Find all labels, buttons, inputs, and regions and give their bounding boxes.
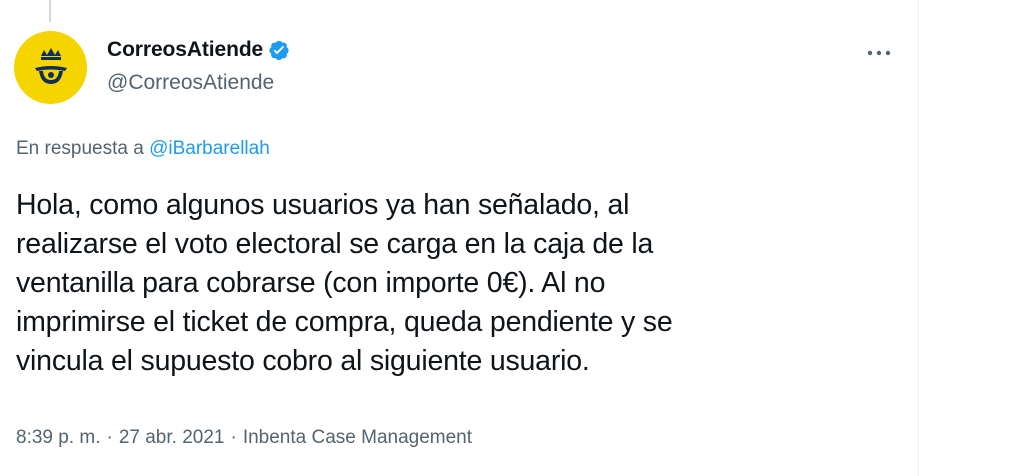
- tweet-time-link[interactable]: 8:39 p. m.: [16, 427, 101, 449]
- reply-to-line: En respuesta a @iBarbarellah: [16, 138, 270, 160]
- reply-to-prefix: En respuesta a: [16, 138, 144, 159]
- author-handle[interactable]: @CorreosAtiende: [107, 71, 274, 95]
- tweet-text: Hola, como algunos usuarios ya han señal…: [16, 186, 876, 381]
- correos-posthorn-crown-icon: [34, 47, 67, 84]
- thread-connector-line: [49, 0, 51, 22]
- more-options-icon: [867, 50, 891, 56]
- author-name-row: CorreosAtiende: [107, 38, 290, 62]
- tweet-text-line: ventanilla para cobrarse (con importe 0€…: [16, 267, 606, 299]
- tweet-metadata: 8:39 p. m. · 27 abr. 2021 · Inbenta Case…: [16, 427, 472, 449]
- tweet-text-line: Hola, como algunos usuarios ya han señal…: [16, 189, 630, 221]
- tweet-date-link[interactable]: 27 abr. 2021: [119, 427, 225, 449]
- verified-badge-icon: [269, 40, 289, 61]
- tweet-text-line: realizarse el voto electoral se carga en…: [16, 228, 654, 260]
- more-options-button[interactable]: [864, 38, 894, 68]
- tweet-text-line: imprimirse el ticket de compra, queda pe…: [16, 306, 673, 338]
- tweet-text-line: vincula el supuesto cobro al siguiente u…: [16, 345, 590, 377]
- meta-separator: ·: [106, 427, 113, 448]
- author-display-name[interactable]: CorreosAtiende: [107, 38, 263, 62]
- meta-separator: ·: [230, 427, 237, 448]
- avatar[interactable]: [14, 31, 87, 104]
- reply-to-mention-link[interactable]: @iBarbarellah: [149, 138, 270, 159]
- column-divider: [918, 0, 919, 476]
- tweet-source: Inbenta Case Management: [242, 427, 473, 448]
